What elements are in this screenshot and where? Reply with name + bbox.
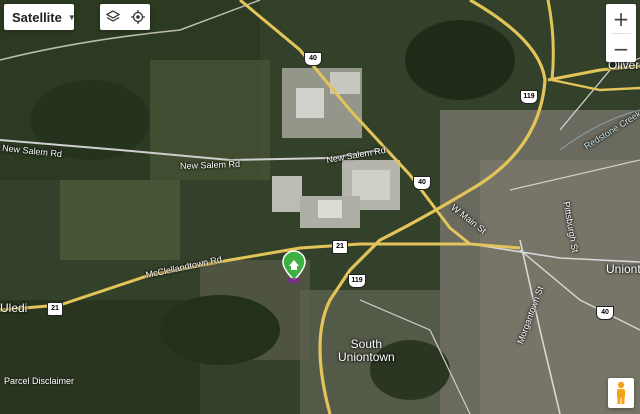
zoom-in-button[interactable]: +	[606, 4, 636, 33]
map-type-dropdown[interactable]: Satellite ▼	[4, 4, 76, 30]
layers-button[interactable]	[100, 4, 125, 30]
route-shield-us119: 119	[520, 90, 538, 104]
route-shield-us40: 40	[304, 52, 322, 66]
locate-icon	[130, 10, 145, 24]
road-label-new-salem-rd: New Salem Rd	[179, 158, 241, 172]
town-label-south-uniontown: South Uniontown	[338, 338, 395, 364]
town-label-uniontown: Uniont	[606, 262, 640, 276]
route-shield-sr21: 21	[332, 240, 348, 254]
route-shield-us40: 40	[596, 306, 614, 320]
street-view-pegman-button[interactable]	[608, 378, 634, 408]
parcel-disclaimer-link[interactable]: Parcel Disclaimer	[4, 376, 74, 386]
town-label-line: Uniontown	[338, 350, 395, 364]
zoom-out-button[interactable]: −	[606, 34, 636, 63]
zoom-controls: + −	[606, 4, 636, 62]
layers-icon	[105, 10, 120, 22]
chevron-down-icon: ▼	[67, 12, 76, 22]
map-type-label: Satellite	[12, 9, 62, 25]
pegman-icon	[617, 381, 625, 404]
town-label-uledi: Uledi	[0, 301, 28, 315]
route-shield-sr21: 21	[47, 302, 63, 316]
locate-button[interactable]	[125, 4, 150, 30]
route-shield-us119: 119	[348, 274, 366, 288]
route-shield-us40: 40	[413, 176, 431, 190]
map-tool-group	[100, 4, 150, 30]
